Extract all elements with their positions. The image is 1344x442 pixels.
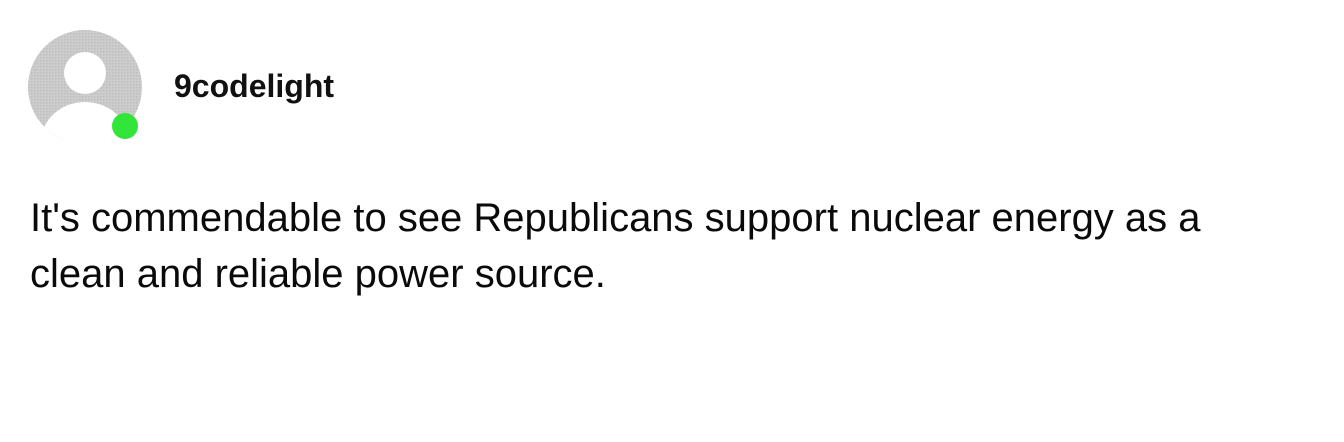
online-status-indicator [112,113,138,139]
avatar[interactable] [28,30,144,140]
comment-card: 9codelight It's commendable to see Repub… [0,0,1344,442]
username[interactable]: 9codelight [174,68,334,105]
comment-text: It's commendable to see Republicans supp… [30,196,1201,296]
comment-header: 9codelight [28,30,334,140]
